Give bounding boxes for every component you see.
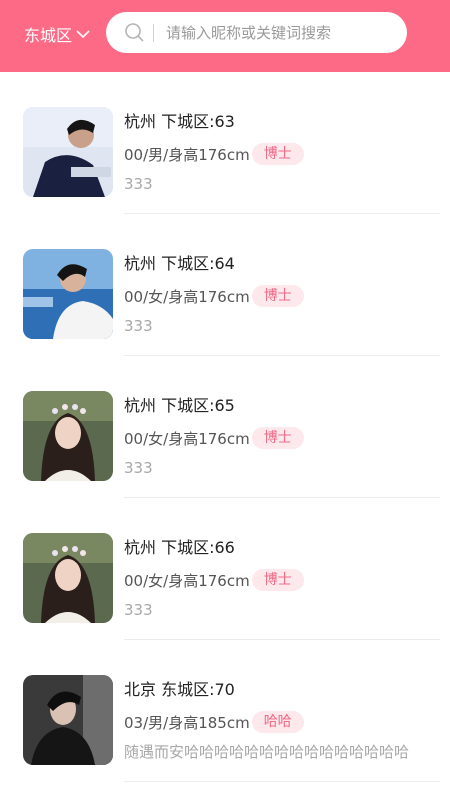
- user-detail: 03/男/身高185cm: [124, 713, 250, 732]
- user-info: 杭州 下城区:63 00/男/身高176cm 博士 333: [124, 110, 440, 196]
- list-item[interactable]: 杭州 下城区:66 00/女/身高176cm 博士 333: [0, 498, 450, 640]
- user-location: 杭州 下城区:65: [124, 396, 235, 415]
- user-meta: 00/女/身高176cm 博士: [124, 426, 440, 450]
- degree-badge: 博士: [251, 285, 304, 307]
- user-detail: 00/女/身高176cm: [124, 287, 250, 306]
- list-item[interactable]: 北京 东城区:70 03/男/身高185cm 哈哈 随遇而安哈哈哈哈哈哈哈哈哈哈…: [0, 640, 450, 782]
- list-item[interactable]: 杭州 下城区:65 00/女/身高176cm 博士 333: [0, 356, 450, 498]
- avatar: [23, 675, 113, 765]
- degree-badge: 博士: [251, 427, 304, 449]
- user-location: 杭州 下城区:64: [124, 254, 235, 273]
- list-item[interactable]: 杭州 下城区:64 00/女/身高176cm 博士 333: [0, 214, 450, 356]
- user-info: 杭州 下城区:65 00/女/身高176cm 博士 333: [124, 394, 440, 480]
- degree-badge: 哈哈: [251, 711, 304, 733]
- user-bio: 随遇而安哈哈哈哈哈哈哈哈哈哈哈哈哈哈哈: [124, 743, 410, 761]
- avatar: [23, 533, 113, 623]
- item-divider: [124, 781, 440, 782]
- user-meta: 03/男/身高185cm 哈哈: [124, 710, 440, 734]
- user-detail: 00/女/身高176cm: [124, 429, 250, 448]
- user-info: 北京 东城区:70 03/男/身高185cm 哈哈 随遇而安哈哈哈哈哈哈哈哈哈哈…: [124, 678, 440, 764]
- user-meta: 00/女/身高176cm 博士: [124, 284, 440, 308]
- chevron-down-icon: [76, 30, 90, 39]
- user-info: 杭州 下城区:64 00/女/身高176cm 博士 333: [124, 252, 440, 338]
- search-divider: [153, 24, 154, 42]
- city-label: 东城区: [24, 26, 73, 45]
- search-bar[interactable]: [106, 12, 407, 53]
- search-input[interactable]: [166, 20, 396, 45]
- search-icon: [125, 23, 144, 42]
- user-location: 杭州 下城区:63: [124, 112, 235, 131]
- degree-badge: 博士: [251, 143, 304, 165]
- degree-badge: 博士: [251, 569, 304, 591]
- list-item[interactable]: 杭州 下城区:63 00/男/身高176cm 博士 333: [0, 72, 450, 214]
- avatar: [23, 249, 113, 339]
- user-bio: 333: [124, 459, 153, 477]
- user-meta: 00/男/身高176cm 博士: [124, 142, 440, 166]
- avatar: [23, 107, 113, 197]
- user-bio: 333: [124, 317, 153, 335]
- user-bio: 333: [124, 601, 153, 619]
- city-dropdown[interactable]: 东城区: [24, 22, 91, 46]
- user-bio: 333: [124, 175, 153, 193]
- avatar: [23, 391, 113, 481]
- user-info: 杭州 下城区:66 00/女/身高176cm 博士 333: [124, 536, 440, 622]
- user-detail: 00/女/身高176cm: [124, 571, 250, 590]
- user-detail: 00/男/身高176cm: [124, 145, 250, 164]
- top-header: 东城区: [0, 0, 450, 72]
- user-location: 杭州 下城区:66: [124, 538, 235, 557]
- user-location: 北京 东城区:70: [124, 680, 235, 699]
- user-meta: 00/女/身高176cm 博士: [124, 568, 440, 592]
